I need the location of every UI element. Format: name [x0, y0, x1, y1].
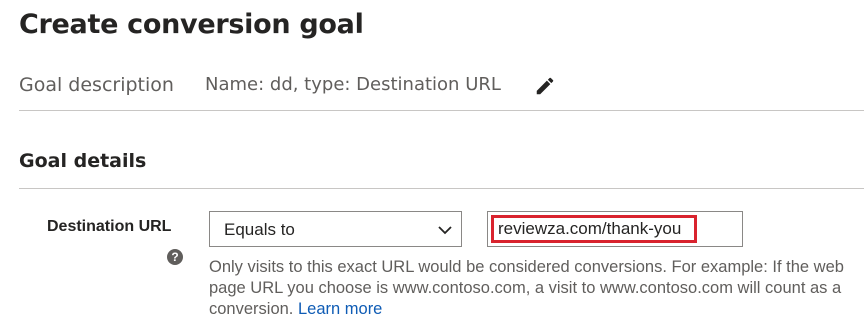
goal-description-row: Goal description Name: dd, type: Destina… [19, 74, 864, 100]
divider [19, 110, 864, 111]
url-operator-selected: Equals to [224, 220, 295, 239]
destination-url-help: Only visits to this exact URL would be c… [209, 257, 855, 320]
question-circle-icon[interactable]: ? [167, 249, 183, 265]
goal-description-label: Goal description [19, 74, 174, 96]
destination-url-input[interactable] [491, 215, 697, 243]
pencil-icon[interactable] [534, 75, 556, 97]
learn-more-link[interactable]: Learn more [298, 300, 382, 318]
url-operator-select[interactable]: Equals to [209, 211, 462, 247]
destination-url-field [487, 211, 743, 247]
page-title: Create conversion goal [19, 9, 364, 40]
chevron-down-icon [438, 226, 452, 235]
goal-description-value: Name: dd, type: Destination URL [205, 74, 501, 95]
destination-url-label: Destination URL [47, 218, 172, 235]
goal-details-title: Goal details [19, 150, 147, 172]
divider [19, 188, 864, 189]
